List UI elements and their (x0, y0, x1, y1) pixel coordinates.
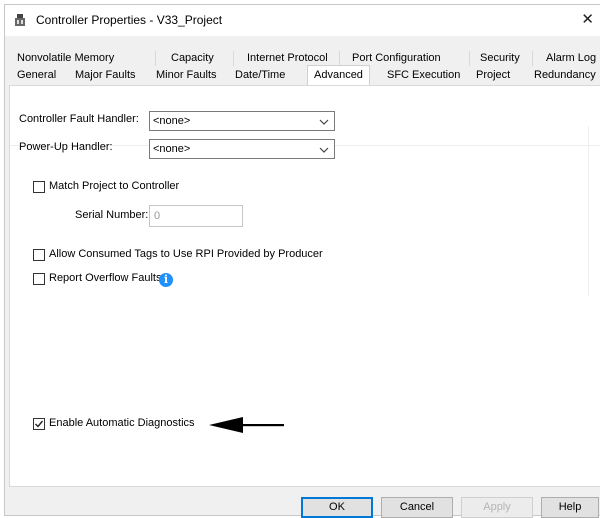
controller-fault-handler-select[interactable]: <none> (149, 111, 335, 131)
report-overflow-faults-label: Report Overflow Faults (49, 272, 162, 284)
info-icon[interactable]: i (159, 273, 173, 287)
tab-major-faults[interactable]: Major Faults (75, 68, 136, 83)
tab-row-bottom: General Major Faults Minor Faults Date/T… (9, 65, 600, 85)
enable-automatic-diagnostics-checkbox[interactable] (33, 418, 45, 430)
match-project-label: Match Project to Controller (49, 180, 180, 192)
tab-redundancy[interactable]: Redundancy (534, 68, 596, 83)
chevron-down-icon (319, 143, 329, 153)
controller-properties-dialog: Controller Properties - V33_Project ✕ No… (4, 4, 600, 518)
tab-date-time[interactable]: Date/Time (235, 68, 285, 83)
divider (588, 126, 589, 296)
tab-project[interactable]: Project (476, 68, 510, 83)
annotation-arrow-icon (209, 416, 285, 437)
title-bar: Controller Properties - V33_Project ✕ (5, 5, 600, 36)
match-project-checkbox[interactable] (33, 181, 45, 193)
report-overflow-faults-checkbox[interactable] (33, 273, 45, 285)
tab-divider (339, 51, 340, 66)
window-title: Controller Properties - V33_Project (36, 13, 223, 27)
tab-capacity[interactable]: Capacity (171, 51, 214, 66)
tab-nonvolatile-memory[interactable]: Nonvolatile Memory (17, 51, 114, 66)
tab-security[interactable]: Security (480, 51, 520, 66)
apply-button[interactable]: Apply (461, 497, 533, 518)
tab-internet-protocol[interactable]: Internet Protocol (247, 51, 328, 66)
tab-general[interactable]: General (17, 68, 56, 83)
tab-advanced[interactable]: Advanced (307, 65, 370, 85)
power-up-handler-select[interactable]: <none> (149, 139, 335, 159)
tab-divider (233, 51, 234, 66)
allow-consumed-tags-label: Allow Consumed Tags to Use RPI Provided … (49, 248, 323, 260)
tab-minor-faults[interactable]: Minor Faults (156, 68, 217, 83)
controller-fault-handler-value: <none> (153, 115, 191, 127)
ok-button[interactable]: OK (301, 497, 373, 518)
help-button[interactable]: Help (541, 497, 599, 518)
tab-divider (532, 51, 533, 66)
enable-automatic-diagnostics-label: Enable Automatic Diagnostics (49, 417, 195, 429)
controller-fault-handler-label: Controller Fault Handler: (19, 113, 139, 125)
controller-properties-icon (13, 13, 27, 27)
close-icon[interactable]: ✕ (581, 10, 594, 28)
tab-alarm-log[interactable]: Alarm Log (546, 51, 596, 66)
tab-row-top: Nonvolatile Memory Capacity Internet Pro… (9, 51, 600, 66)
tab-divider (469, 51, 470, 66)
power-up-handler-label: Power-Up Handler: (19, 141, 113, 153)
power-up-handler-value: <none> (153, 143, 191, 155)
tab-sfc-execution[interactable]: SFC Execution (387, 68, 460, 83)
tab-port-configuration[interactable]: Port Configuration (352, 51, 441, 66)
cancel-button[interactable]: Cancel (381, 497, 453, 518)
tab-divider (155, 51, 156, 66)
chevron-down-icon (319, 115, 329, 125)
serial-number-field[interactable]: 0 (149, 205, 243, 227)
allow-consumed-tags-checkbox[interactable] (33, 249, 45, 261)
serial-number-label: Serial Number: (75, 209, 149, 221)
